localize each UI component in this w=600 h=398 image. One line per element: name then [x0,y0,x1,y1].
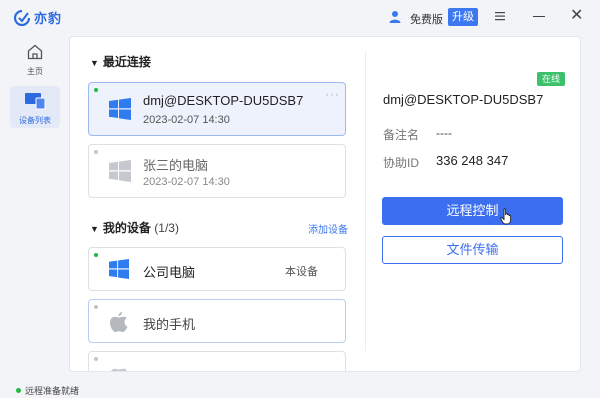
offline-dot [94,305,98,309]
device-name: 张三的电脑 [143,158,209,173]
offline-dot [94,150,98,154]
my-devices-section-title[interactable]: ▼ 我的设备 (1/3) [90,219,179,236]
nav-item-devices[interactable]: 设备列表 [10,86,60,128]
recent-item[interactable]: 张三的电脑 2023-02-07 14:30 [88,144,346,198]
recent-section-title[interactable]: ▼ 最近连接 [90,53,151,70]
my-devices-title-text: 我的设备 [102,221,151,235]
device-item[interactable] [88,351,346,371]
recent-title-text: 最近连接 [102,55,151,69]
plan-label: 免费版 [410,14,443,26]
home-icon [27,44,43,60]
menu-icon[interactable] [494,10,506,22]
close-icon[interactable]: ✕ [570,8,583,24]
app-name: 亦豹 [34,11,63,26]
more-icon[interactable]: ··· [325,87,340,101]
remark-label: 备注名 [383,128,420,142]
apple-icon [111,368,127,371]
windows-icon [109,98,131,120]
hand-cursor-icon [500,208,512,225]
detail-device-name: dmj@DESKTOP-DU5DSB7 [383,92,544,107]
device-name: 我的手机 [143,317,196,332]
panel-divider [365,51,366,351]
title-bar: 亦豹 免费版 升级 ✕ [0,0,600,34]
file-transfer-button[interactable]: 文件传输 [382,236,563,264]
user-icon[interactable] [389,10,401,23]
device-name: 公司电脑 [143,265,196,280]
ready-dot [16,388,21,393]
logo-icon [14,9,30,26]
windows-icon [109,259,129,279]
connect-date: 2023-02-07 14:30 [143,114,230,126]
status-bar: 远程准备就绪 [16,384,79,397]
assist-id-value: 336 248 347 [436,153,509,168]
connect-date: 2023-02-07 14:30 [143,176,230,188]
windows-icon [109,160,131,182]
assist-id-label: 协助ID [383,156,420,170]
device-item[interactable]: 我的手机 [88,299,346,343]
offline-dot [94,357,98,361]
status-text: 远程准备就绪 [25,386,80,396]
apple-icon [110,312,128,332]
caret-down-icon: ▼ [90,58,99,68]
remark-value[interactable]: ---- [436,126,452,140]
nav-label-home: 主页 [27,67,43,76]
device-item[interactable]: 公司电脑 本设备 [88,247,346,291]
main-panel: ▼ 最近连接 dmj@DESKTOP-DU5DSB7 2023-02-07 14:… [69,36,581,372]
nav-item-home[interactable]: 主页 [10,40,60,78]
upgrade-button[interactable]: 升级 [448,8,478,26]
recent-item[interactable]: dmj@DESKTOP-DU5DSB7 2023-02-07 14:30 ··· [88,82,346,136]
caret-down-icon: ▼ [90,224,99,234]
remote-control-button[interactable]: 远程控制 [382,197,563,225]
online-dot [94,253,98,257]
add-device-link[interactable]: 添加设备 [308,221,348,236]
device-count: (1/3) [154,221,179,235]
devices-icon [25,93,46,110]
minimize-icon[interactable] [533,16,545,17]
nav-label-devices: 设备列表 [19,116,51,125]
online-dot [94,88,98,92]
online-status-badge: 在线 [537,72,565,86]
app-logo: 亦豹 [14,8,62,27]
this-device-tag: 本设备 [285,266,318,278]
device-name: dmj@DESKTOP-DU5DSB7 [143,93,304,108]
